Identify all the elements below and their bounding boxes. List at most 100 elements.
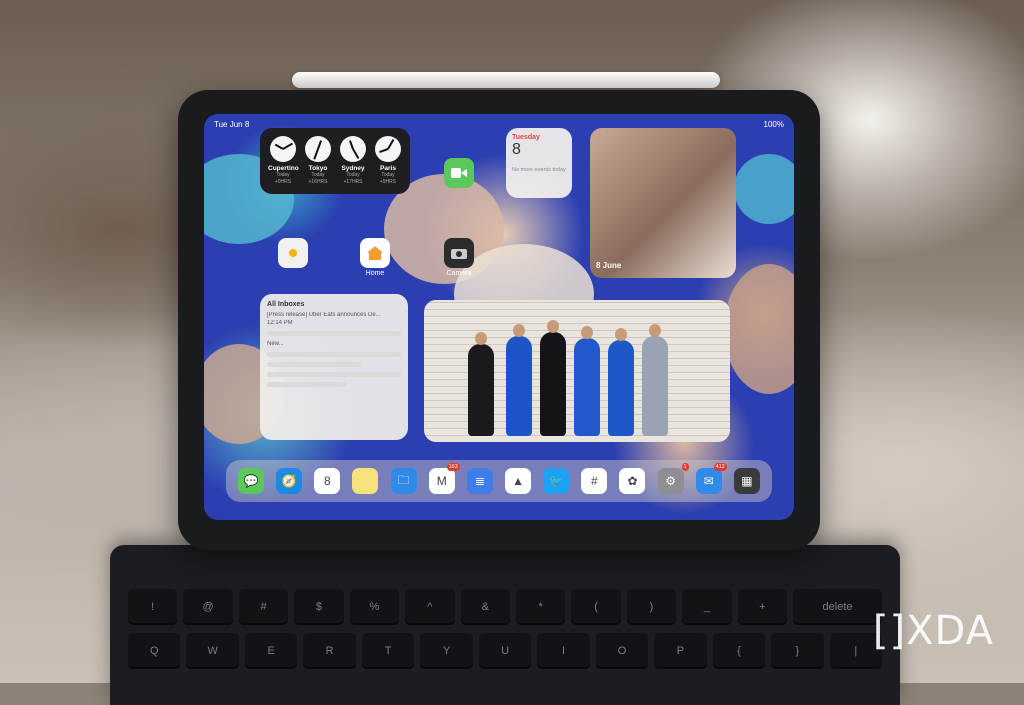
key[interactable]: ^ <box>405 589 455 625</box>
app-glyph: 🐦 <box>548 474 564 488</box>
key[interactable]: @ <box>183 589 233 625</box>
key[interactable]: delete <box>793 589 883 625</box>
calendar-widget[interactable]: Tuesday 8 No more events today <box>506 128 572 198</box>
redacted-text <box>267 331 401 336</box>
messages-icon[interactable]: 💬 <box>238 468 265 494</box>
key[interactable]: Q <box>128 633 181 669</box>
docs-icon[interactable]: ≣ <box>466 468 493 494</box>
world-clock-widget[interactable]: Cupertino Today +0HRS Tokyo Today +16HRS Sydne… <box>260 128 410 194</box>
clock-city: Sydney <box>341 165 365 172</box>
person-figure <box>608 328 634 436</box>
app-library-icon[interactable]: ▦ <box>733 468 760 494</box>
key[interactable]: Y <box>420 633 473 669</box>
clock-face-icon <box>270 136 296 162</box>
camera-icon <box>451 249 467 259</box>
app-glyph: ≣ <box>474 474 485 488</box>
camera-app-icon[interactable] <box>444 238 474 268</box>
clock-item: Tokyo Today +16HRS <box>303 136 333 186</box>
key[interactable]: _ <box>682 589 732 625</box>
key[interactable]: O <box>595 633 649 669</box>
key[interactable]: E <box>244 633 298 669</box>
clock-day: Today <box>311 172 325 178</box>
key[interactable]: T <box>361 633 415 669</box>
calendar-note: No more events today <box>512 167 566 173</box>
person-figure <box>642 324 668 436</box>
xda-watermark: []XDA <box>872 608 994 654</box>
house-icon <box>367 246 383 260</box>
notes-icon[interactable] <box>352 468 379 494</box>
key[interactable]: $ <box>294 589 344 625</box>
key[interactable]: * <box>515 589 566 625</box>
key[interactable]: & <box>460 589 510 625</box>
wallpaper-shape <box>734 154 794 224</box>
home-app-label: Home <box>365 270 385 277</box>
mail-widget-title: All Inboxes <box>267 301 305 308</box>
settings-icon[interactable]: ⚙ 1 <box>657 463 689 494</box>
notification-badge: 163 <box>446 463 460 471</box>
video-camera-icon <box>451 168 467 178</box>
app-glyph: # <box>590 474 598 488</box>
app-glyph: 💬 <box>243 474 259 488</box>
calendar-day: 8 <box>512 141 521 158</box>
home-app-icon[interactable] <box>360 238 390 268</box>
twitter-icon[interactable]: 🐦 <box>543 468 570 494</box>
clock-offset: +0HRS <box>274 179 292 185</box>
gmail-icon[interactable]: M 163 <box>428 463 460 494</box>
key[interactable]: ( <box>571 589 621 625</box>
clock-face-icon <box>375 136 401 162</box>
key[interactable]: U <box>478 633 532 669</box>
facetime-icon[interactable] <box>444 158 474 188</box>
keyboard-qwerty-row: Q W E R T Y U I O P{} | <box>128 633 883 669</box>
app-glyph: 🧭 <box>281 474 297 488</box>
sun-icon <box>289 249 297 257</box>
clock-city: Cupertino <box>268 165 299 172</box>
clock-offset: +16HRS <box>308 179 328 185</box>
clock-day: Today <box>276 172 290 178</box>
files-icon[interactable]: 🗀 <box>390 468 417 494</box>
key[interactable]: ! <box>128 589 178 625</box>
person-figure <box>468 332 494 436</box>
mail-icon[interactable]: ✉ 412 <box>695 463 727 494</box>
mail-widget[interactable]: All Inboxes [Press release] Uber Eats an… <box>260 294 408 440</box>
group-photo-widget[interactable] <box>424 300 730 442</box>
mail-item-subject[interactable]: New... <box>267 341 401 347</box>
clock-item: Sydney Today +17HRS <box>338 136 368 186</box>
clock-item: Paris Today +9HRS <box>373 136 403 186</box>
clock-day: Today <box>381 172 395 178</box>
calendar-icon[interactable]: 8 <box>314 468 341 494</box>
clock-item: Cupertino Today +0HRS <box>268 136 299 186</box>
safari-icon[interactable]: 🧭 <box>276 468 303 494</box>
key[interactable]: + <box>737 589 788 625</box>
clock-city: Paris <box>380 165 396 172</box>
app-glyph: ✉ <box>703 474 714 488</box>
key[interactable]: { <box>712 633 766 669</box>
app-glyph: ✿ <box>627 474 638 488</box>
photos-widget[interactable]: 8 June <box>590 128 736 278</box>
weather-widget-icon[interactable] <box>278 238 308 268</box>
clock-city: Tokyo <box>308 165 328 172</box>
battery-indicator: 100% <box>763 120 784 129</box>
key[interactable]: ) <box>626 589 677 625</box>
mail-item-subject[interactable]: [Press release] Uber Eats announces De..… <box>267 312 401 318</box>
key[interactable]: } <box>771 633 824 669</box>
key[interactable]: W <box>186 633 239 669</box>
key[interactable]: R <box>303 633 356 669</box>
calendar-weekday: Tuesday <box>512 134 540 141</box>
key[interactable]: I <box>537 633 590 669</box>
photos-icon[interactable]: ✿ <box>619 468 646 494</box>
ipad-device: Tue Jun 8 100% Cupertino Today +0HRS Tokyo T… <box>178 90 820 550</box>
key[interactable]: P <box>654 633 707 669</box>
app-glyph: ▦ <box>741 474 753 488</box>
redacted-text <box>267 382 348 387</box>
clock-day: Today <box>346 172 360 178</box>
drive-icon[interactable]: ▲ <box>505 468 532 494</box>
slack-icon[interactable]: # <box>581 468 608 494</box>
key[interactable]: # <box>238 589 289 625</box>
dock: 💬 🧭 8 🗀 M 163 ≣ ▲ 🐦 # ✿ ⚙ 1 ✉ 412 ▦ <box>226 460 772 502</box>
app-glyph: 🗀 <box>397 472 410 487</box>
app-glyph: ▲ <box>512 474 524 488</box>
redacted-text <box>267 352 401 357</box>
photos-date: 8 June <box>596 261 622 270</box>
key[interactable]: % <box>349 589 400 625</box>
person-figure <box>540 320 566 436</box>
